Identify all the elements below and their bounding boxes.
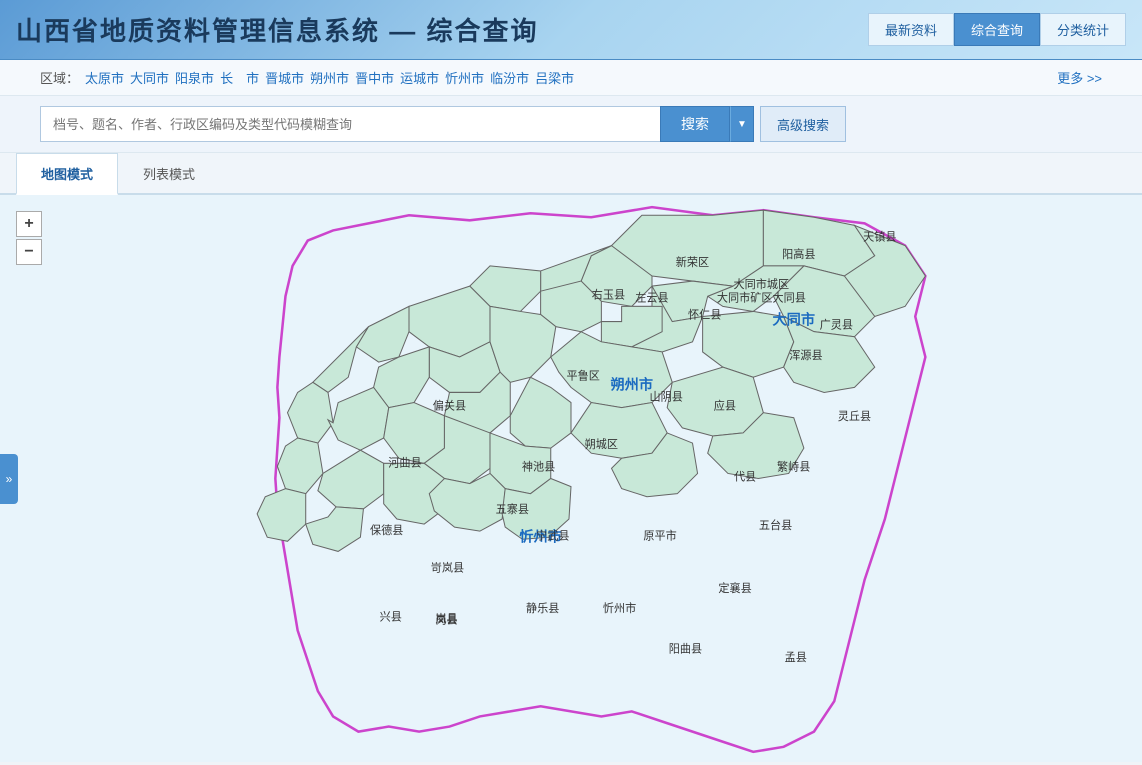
label-kelan: 岢岚县 (431, 562, 464, 575)
side-collapse-button[interactable]: » (0, 454, 18, 504)
district-xingxian[interactable] (288, 382, 334, 443)
label-jingle: 静乐县 (526, 601, 559, 615)
region-bar: 区域： 太原市 大同市 阳泉市 长 市 晋城市 朔州市 晋中市 运城市 忻州市 … (0, 60, 1142, 96)
district-hequ[interactable] (409, 286, 490, 357)
label-baode: 保德县 (370, 523, 403, 537)
region-xinzhou[interactable]: 忻州市 (445, 68, 484, 87)
city-label-shuozhou: 朔州市 (611, 376, 653, 393)
zoom-out-button[interactable]: − (16, 239, 42, 265)
advanced-search-button[interactable]: 高级搜索 (760, 106, 846, 142)
label-shuocheng: 朔城区 (585, 437, 618, 451)
region-more[interactable]: 更多 >> (1057, 68, 1102, 87)
label-yangqu: 阳曲县 (669, 643, 702, 656)
label-daixian: 代县 (734, 471, 756, 484)
nav-comprehensive[interactable]: 综合查询 (954, 13, 1040, 46)
tabs-bar: 地图模式 列表模式 (0, 153, 1142, 195)
label-ningwu: 宁武县 (536, 528, 569, 542)
map-container: + − » (0, 195, 1142, 762)
nav-classified[interactable]: 分类统计 (1040, 13, 1126, 46)
region-jincheng[interactable]: 晋城市 (265, 68, 304, 87)
label-hequ: 河曲县 (388, 456, 421, 469)
label-xinzhou-s: 忻州市 (603, 601, 636, 615)
region-taiyuan[interactable]: 太原市 (85, 68, 124, 87)
label-guangling: 广灵县 (820, 319, 853, 332)
region-jinzhong[interactable]: 晋中市 (355, 68, 394, 87)
label-xinrong: 新荣区 (676, 255, 709, 269)
label-gang: 岗县 (435, 613, 457, 626)
label-wuzhai: 五寨县 (496, 502, 529, 516)
region-datong[interactable]: 大同市 (130, 68, 169, 87)
label-yuanping: 原平市 (643, 528, 676, 542)
nav-latest[interactable]: 最新资料 (868, 13, 954, 46)
region-linfen[interactable]: 临汾市 (490, 68, 529, 87)
region-shuozhou[interactable]: 朔州市 (310, 68, 349, 87)
header-nav: 最新资料 综合查询 分类统计 (868, 13, 1126, 46)
map-svg: 大同市 朔州市 忻州市 新荣区 阳高县 天镇县 大同市城区 大同市矿区大同县 广… (0, 195, 1142, 762)
district-xingxian3[interactable] (257, 489, 306, 542)
district-xinzhou-city[interactable] (510, 377, 571, 448)
label-youyu: 右玉县 (592, 287, 625, 301)
label-yanggao: 阳高县 (782, 247, 815, 261)
label-hunyuan: 浑源县 (789, 348, 822, 362)
district-xingxian2[interactable] (277, 438, 323, 494)
label-pianguan: 偏关县 (433, 399, 466, 413)
label-huairen: 怀仁县 (688, 309, 721, 322)
district-lanxian[interactable] (328, 387, 389, 450)
label-pinglu: 平鲁区 (566, 368, 599, 382)
label-meng: 孟县 (785, 651, 807, 664)
district-lanxian2[interactable] (318, 450, 384, 509)
label-yingxian: 应县 (714, 399, 736, 413)
label-dingxiang: 定襄县 (718, 581, 751, 595)
search-input[interactable] (40, 106, 660, 142)
region-yuncheng[interactable]: 运城市 (400, 68, 439, 87)
district-xingxian-top[interactable] (313, 327, 369, 393)
page-title: 山西省地质资料管理信息系统 — 综合查询 (16, 11, 538, 48)
label-zuoyun: 左云县 (635, 291, 668, 304)
label-datong-mine: 大同市矿区大同县 (717, 290, 806, 304)
district-lanxian3[interactable] (306, 507, 364, 552)
search-bar: 搜索 ▼ 高级搜索 (0, 96, 1142, 153)
zoom-controls: + − (16, 211, 42, 265)
region-chang[interactable]: 长 市 (220, 68, 259, 87)
search-button[interactable]: 搜索 (660, 106, 730, 142)
label-shenchi: 神池县 (522, 459, 555, 473)
label-tianzhen: 天镇县 (863, 230, 896, 244)
region-label: 区域： (40, 68, 79, 87)
city-label-datong: 大同市 (773, 312, 815, 329)
label-datong-city: 大同市城区 (734, 277, 790, 291)
search-button-group: 搜索 ▼ (660, 106, 754, 142)
label-shanyin: 山阴县 (649, 391, 682, 404)
header: 山西省地质资料管理信息系统 — 综合查询 最新资料 综合查询 分类统计 (0, 0, 1142, 60)
zoom-in-button[interactable]: + (16, 211, 42, 237)
region-lvliang[interactable]: 吕梁市 (535, 68, 574, 87)
label-fanshi: 繁峙县 (777, 459, 810, 473)
search-dropdown-button[interactable]: ▼ (730, 106, 754, 142)
tab-list-mode[interactable]: 列表模式 (118, 153, 220, 195)
tab-map-mode[interactable]: 地图模式 (16, 153, 118, 195)
label-xingxian: 兴县 (380, 610, 402, 623)
region-yangquan[interactable]: 阳泉市 (175, 68, 214, 87)
label-wutai: 五台县 (759, 518, 792, 532)
label-lingqiu: 灵丘县 (838, 410, 871, 423)
